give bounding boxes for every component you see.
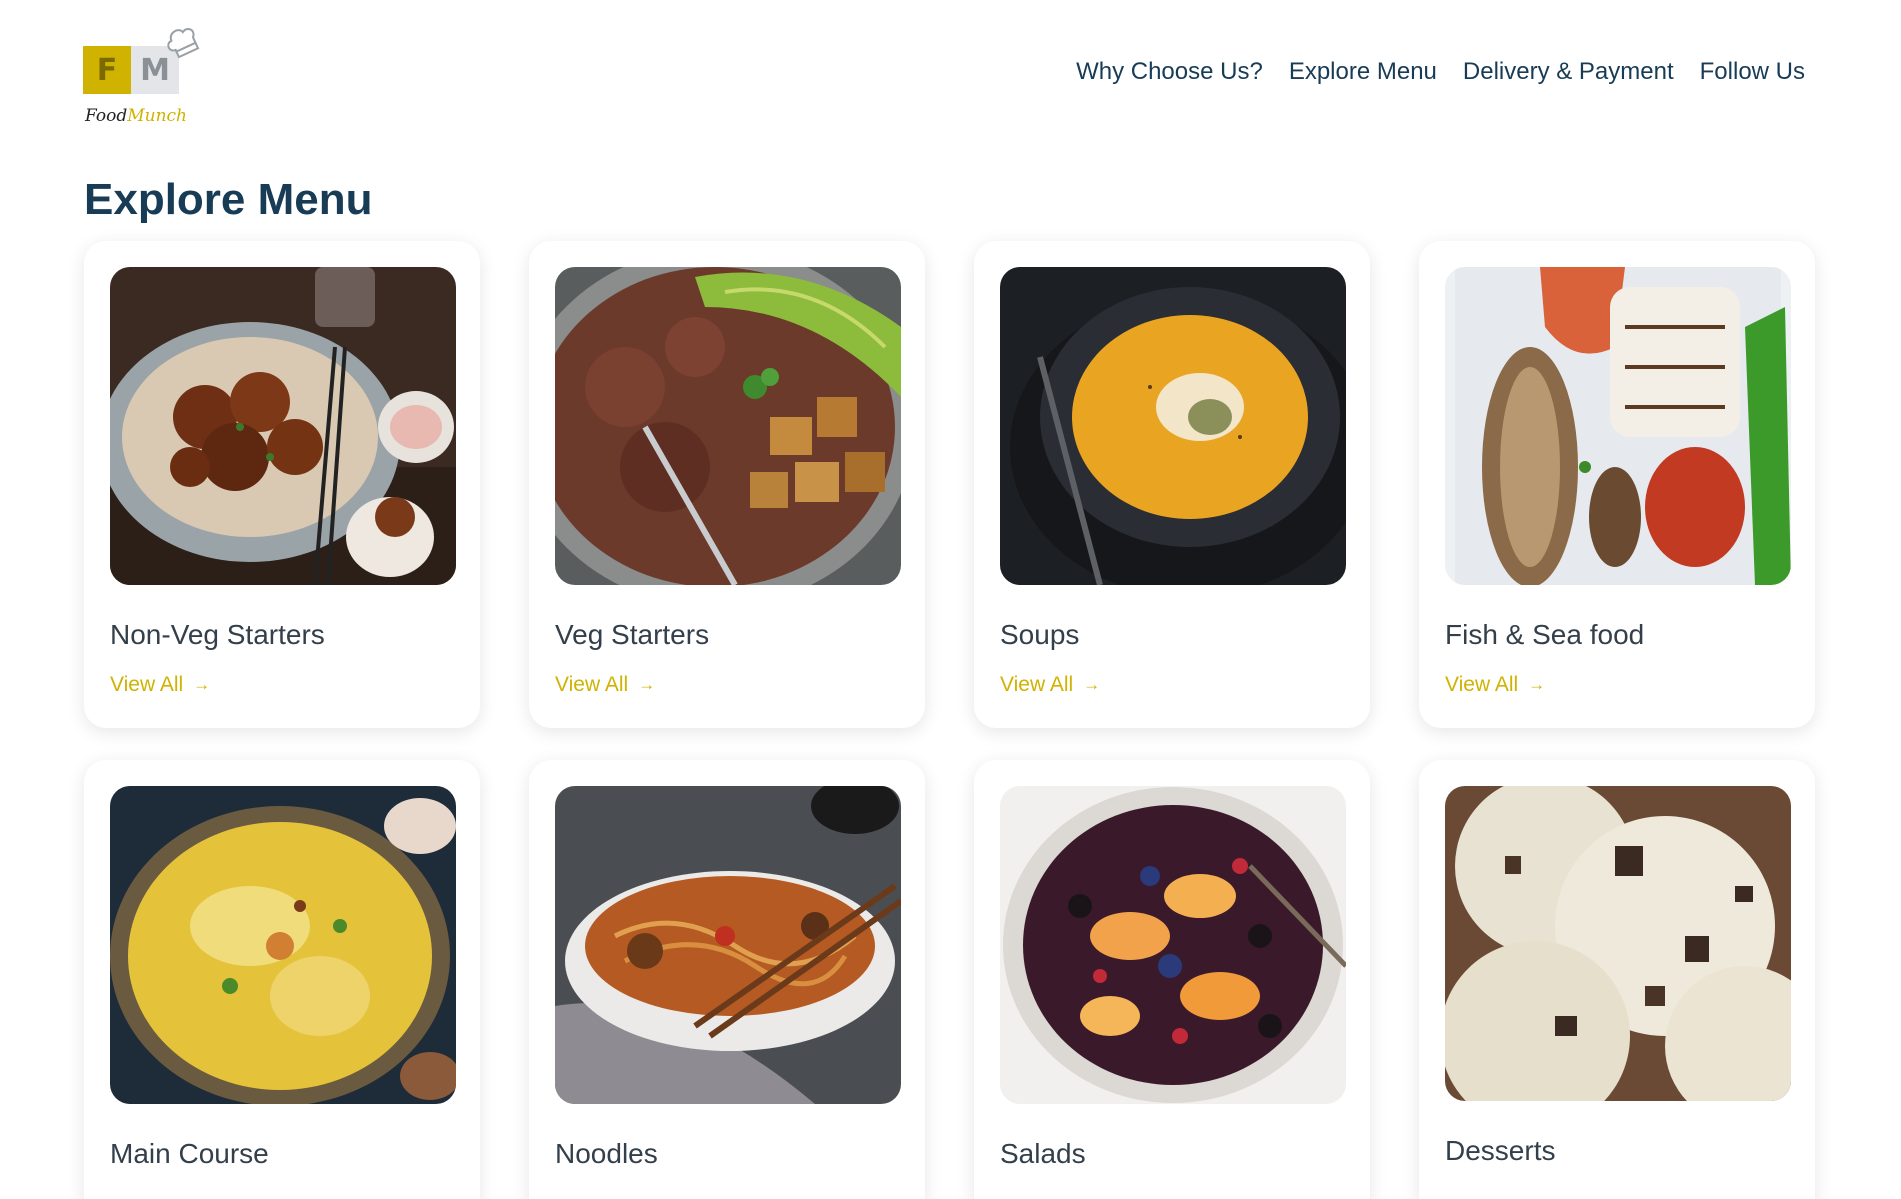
page-title: Explore Menu xyxy=(84,175,373,224)
salads-image xyxy=(1000,786,1346,1104)
view-all-link[interactable]: View All → xyxy=(110,673,210,697)
view-all-label: View All xyxy=(555,673,629,696)
nav-follow-us[interactable]: Follow Us xyxy=(1700,58,1805,86)
brand-logo[interactable]: F M FoodMunch xyxy=(83,24,207,136)
view-all-link[interactable]: View All → xyxy=(1445,673,1545,697)
nav-delivery-payment[interactable]: Delivery & Payment xyxy=(1463,58,1674,86)
menu-card-soups[interactable]: Soups View All → xyxy=(974,241,1370,728)
card-title: Soups xyxy=(1000,619,1080,650)
brand-name: FoodMunch xyxy=(85,106,187,126)
fish-sea-food-image xyxy=(1445,267,1791,585)
nav-why-choose-us[interactable]: Why Choose Us? xyxy=(1076,58,1263,86)
main-course-image xyxy=(110,786,456,1104)
menu-card-fish-sea-food[interactable]: Fish & Sea food View All → xyxy=(1419,241,1815,728)
menu-card-veg-starters[interactable]: Veg Starters View All → xyxy=(529,241,925,728)
menu-card-non-veg-starters[interactable]: Non-Veg Starters View All → xyxy=(84,241,480,728)
main-nav: Why Choose Us? Explore Menu Delivery & P… xyxy=(1076,58,1805,86)
view-all-label: View All xyxy=(1445,673,1519,696)
card-title: Noodles xyxy=(555,1138,658,1169)
soups-image xyxy=(1000,267,1346,585)
arrow-right-icon: → xyxy=(638,675,656,694)
brand-name-part2: Munch xyxy=(127,106,187,126)
logo-letter-f: F xyxy=(83,46,131,94)
arrow-right-icon: → xyxy=(1083,675,1101,694)
veg-starters-image xyxy=(555,267,901,585)
desserts-image xyxy=(1445,786,1791,1101)
view-all-label: View All xyxy=(110,673,184,696)
card-title: Salads xyxy=(1000,1138,1086,1169)
view-all-label: View All xyxy=(1000,673,1074,696)
card-title: Veg Starters xyxy=(555,619,710,650)
non-veg-starters-image xyxy=(110,267,456,585)
card-title: Fish & Sea food xyxy=(1445,619,1645,650)
nav-explore-menu[interactable]: Explore Menu xyxy=(1289,58,1437,86)
arrow-right-icon: → xyxy=(1528,675,1546,694)
brand-name-part1: Food xyxy=(85,106,128,126)
card-title: Desserts xyxy=(1445,1135,1556,1166)
view-all-link[interactable]: View All → xyxy=(555,673,655,697)
menu-card-main-course[interactable]: Main Course xyxy=(84,760,480,1199)
menu-card-desserts[interactable]: Desserts xyxy=(1419,760,1815,1199)
view-all-link[interactable]: View All → xyxy=(1000,673,1100,697)
card-title: Main Course xyxy=(110,1138,269,1169)
arrow-right-icon: → xyxy=(193,675,211,694)
chef-hat-icon xyxy=(167,27,200,59)
menu-card-salads[interactable]: Salads xyxy=(974,760,1370,1199)
menu-card-noodles[interactable]: Noodles xyxy=(529,760,925,1199)
card-title: Non-Veg Starters xyxy=(110,619,325,650)
noodles-image xyxy=(555,786,901,1104)
